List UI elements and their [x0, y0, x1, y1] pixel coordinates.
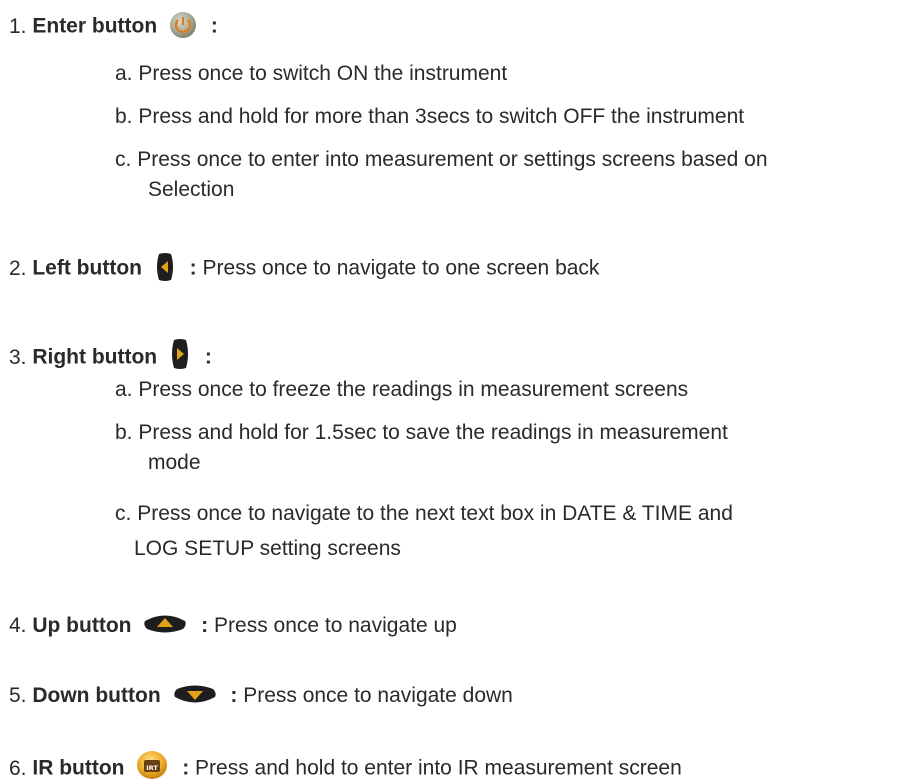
- item-3c: c. Press once to navigate to the next te…: [115, 501, 733, 527]
- item-number: 2.: [9, 256, 27, 280]
- svg-text:IRT: IRT: [147, 764, 159, 772]
- item-title: IR button: [32, 756, 125, 780]
- item-1c: c. Press once to enter into measurement …: [115, 147, 768, 173]
- ir-button-icon: IRT: [136, 750, 168, 780]
- colon: :: [204, 345, 212, 369]
- item-3b: b. Press and hold for 1.5sec to save the…: [115, 420, 728, 446]
- subitem-letter: b.: [115, 421, 133, 444]
- right-arrow-button-icon: [169, 338, 191, 370]
- subitem-letter: b.: [115, 105, 133, 128]
- item-desc: Press and hold to enter into IR measurem…: [195, 756, 682, 780]
- subitem-text: Press once to enter into measurement or …: [137, 148, 768, 171]
- item-title: Left button: [32, 256, 142, 280]
- subitem-text: Press once to freeze the readings in mea…: [138, 378, 689, 401]
- item-number: 6.: [9, 756, 27, 780]
- item-1-heading: 1. Enter button :: [9, 11, 218, 41]
- subitem-text: Press and hold for 1.5sec to save the re…: [138, 421, 728, 444]
- item-title: Up button: [32, 614, 132, 637]
- subitem-text: Press once to navigate to the next text …: [137, 502, 733, 525]
- item-1c-cont: Selection: [148, 178, 235, 201]
- subitem-text: Press and hold for more than 3secs to sw…: [138, 105, 745, 128]
- item-number: 1.: [9, 14, 27, 38]
- subitem-letter: a.: [115, 62, 133, 85]
- item-1b: b. Press and hold for more than 3secs to…: [115, 104, 744, 130]
- item-title: Right button: [32, 345, 158, 369]
- item-number: 3.: [9, 345, 27, 369]
- item-title: Enter button: [32, 14, 158, 38]
- item-number: 4.: [9, 614, 27, 637]
- colon: :: [189, 256, 197, 280]
- left-arrow-button-icon: [154, 252, 176, 282]
- item-2-heading: 2. Left button : Press once to navigate …: [9, 252, 600, 284]
- subitem-letter: c.: [115, 502, 132, 525]
- subitem-letter: c.: [115, 148, 132, 171]
- colon: :: [210, 14, 218, 38]
- up-arrow-button-icon: [143, 612, 187, 634]
- colon: :: [230, 684, 238, 707]
- item-3c-cont: LOG SETUP setting screens: [134, 537, 401, 560]
- subitem-text: Press once to switch ON the instrument: [138, 62, 508, 85]
- item-5-heading: 5. Down button : Press once to navigate …: [9, 683, 513, 709]
- item-desc: Press once to navigate up: [214, 614, 457, 637]
- power-icon: [169, 11, 197, 39]
- item-desc: Press once to navigate down: [243, 684, 513, 707]
- down-arrow-button-icon: [173, 684, 217, 706]
- item-desc: Press once to navigate to one screen bac…: [202, 256, 600, 280]
- colon: :: [182, 756, 190, 780]
- item-3b-cont: mode: [148, 451, 201, 474]
- item-4-heading: 4. Up button : Press once to navigate up: [9, 613, 457, 639]
- item-6-heading: 6. IR button IRT : Press and hold to ent…: [9, 751, 682, 784]
- item-number: 5.: [9, 684, 27, 707]
- colon: :: [201, 614, 209, 637]
- item-1a: a. Press once to switch ON the instrumen…: [115, 61, 507, 87]
- item-3-heading: 3. Right button :: [9, 339, 212, 374]
- subitem-letter: a.: [115, 378, 133, 401]
- item-title: Down button: [32, 684, 161, 707]
- item-3a: a. Press once to freeze the readings in …: [115, 377, 688, 403]
